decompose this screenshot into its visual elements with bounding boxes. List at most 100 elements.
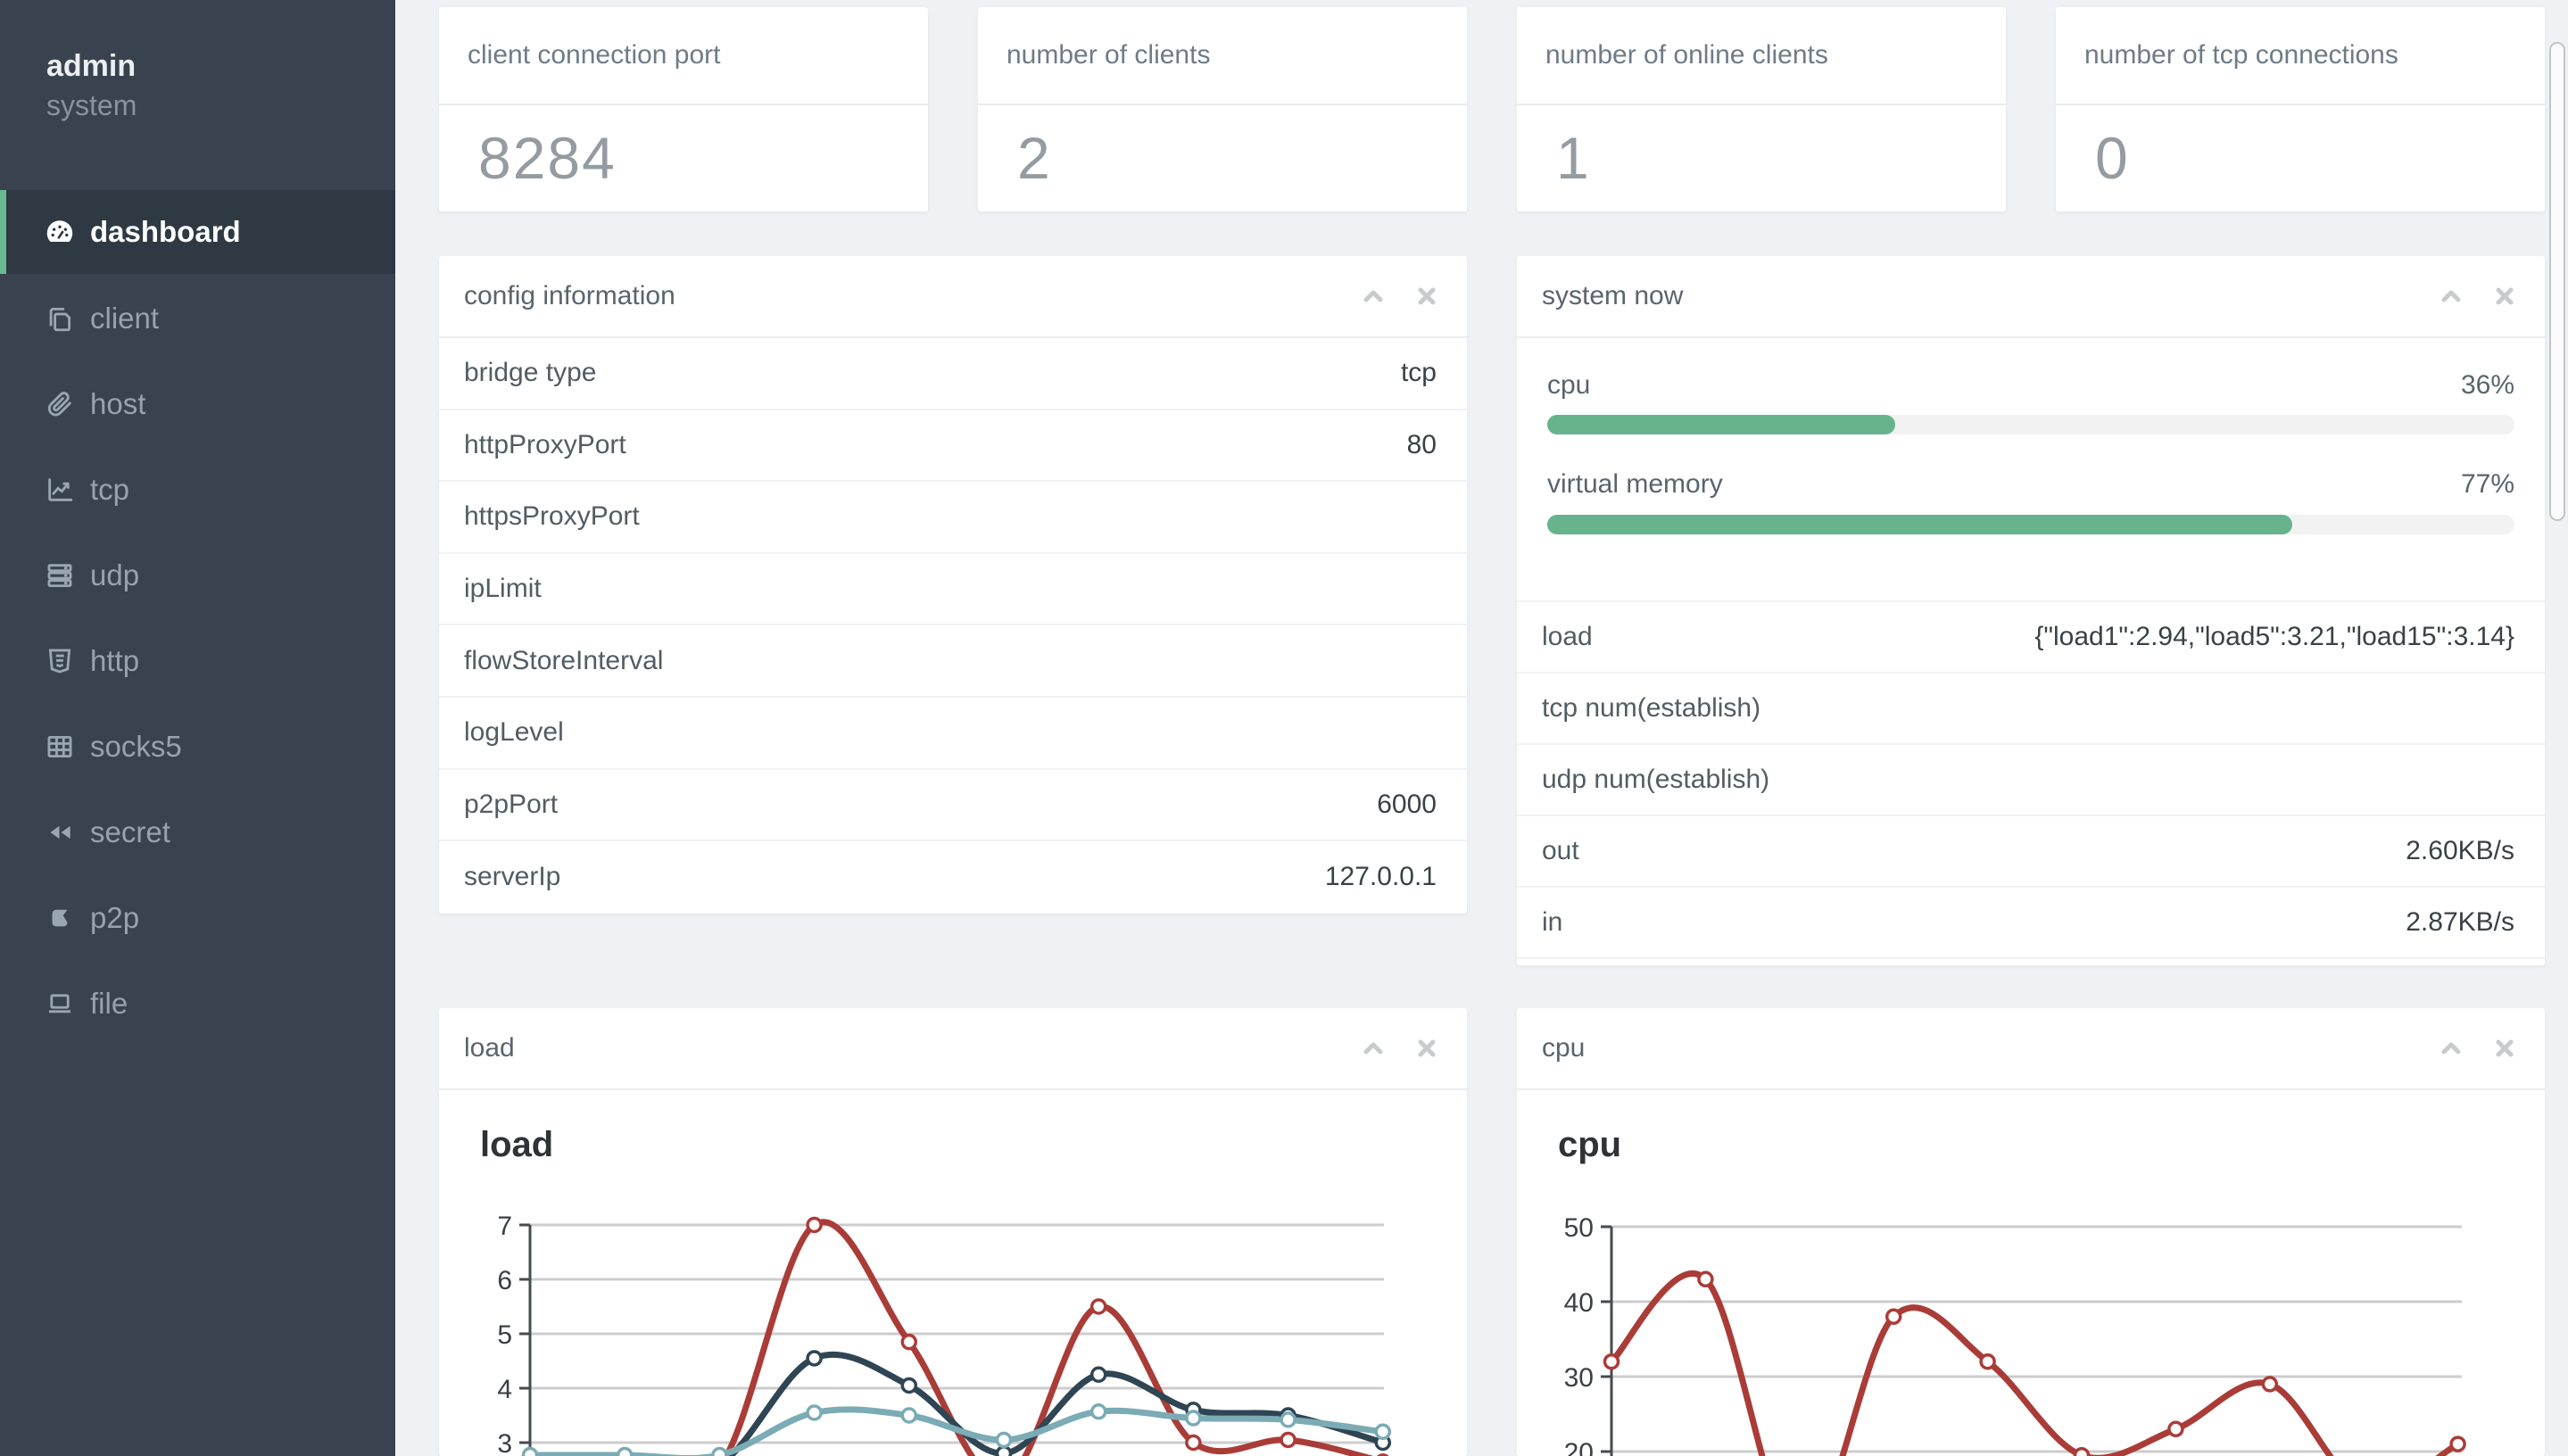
sidebar-item-label: tcp xyxy=(90,473,130,506)
sidebar-item-label: http xyxy=(90,644,140,677)
cpu-chart-canvas[interactable]: 50 40 30 20 xyxy=(1517,1090,2545,1456)
panel-header: config information xyxy=(439,256,1467,338)
row-value: 2.60KB/s xyxy=(2406,836,2514,865)
scrollbar-thumb[interactable] xyxy=(2549,42,2565,521)
rewind-icon xyxy=(45,817,75,848)
table-row: httpsProxyPort xyxy=(439,482,1467,554)
sidebar-item-tcp[interactable]: tcp xyxy=(0,448,395,532)
gauge-percent: 36% xyxy=(2460,370,2514,400)
load-chart-canvas[interactable]: 7 6 5 4 3 xyxy=(439,1090,1467,1456)
sidebar-item-client[interactable]: client xyxy=(0,277,395,360)
sidebar-item-file[interactable]: file xyxy=(0,962,395,1046)
laptop-icon xyxy=(45,989,75,1019)
table-row: httpProxyPort 80 xyxy=(439,410,1467,483)
table-row: flowStoreInterval xyxy=(439,625,1467,698)
row-label: ipLimit xyxy=(464,574,542,604)
row-value: 6000 xyxy=(1377,789,1437,819)
sidebar-item-label: p2p xyxy=(90,901,140,934)
close-icon[interactable] xyxy=(1413,283,1440,310)
sidebar-item-secret[interactable]: secret xyxy=(0,790,395,874)
svg-text:50: 50 xyxy=(1564,1213,1594,1243)
row-value: 2.87KB/s xyxy=(2406,907,2514,937)
sidebar-item-host[interactable]: host xyxy=(0,362,395,446)
panel-title: cpu xyxy=(1542,1033,1586,1063)
close-icon[interactable] xyxy=(2491,1035,2518,1062)
stat-card-value: 0 xyxy=(2095,124,2130,191)
row-value: tcp xyxy=(1400,358,1437,388)
svg-text:3: 3 xyxy=(497,1429,512,1456)
system-now-panel: system now cpu 36% virtual memory 77% lo… xyxy=(1517,256,2545,965)
table-row: ipLimit xyxy=(439,554,1467,626)
row-value: 127.0.0.1 xyxy=(1324,862,1437,892)
stat-card-label: number of clients xyxy=(978,7,1467,105)
sidebar-item-dashboard[interactable]: dashboard xyxy=(0,190,395,274)
panel-actions xyxy=(1360,283,1440,310)
system-rows: load {"load1":2.94,"load5":3.21,"load15":… xyxy=(1517,602,2545,959)
stat-card-value: 2 xyxy=(1017,124,1052,191)
html5-shield-icon xyxy=(45,646,75,676)
svg-text:20: 20 xyxy=(1564,1438,1594,1456)
row-label: logLevel xyxy=(464,717,564,748)
row-label: serverIp xyxy=(464,862,561,892)
panel-actions xyxy=(2438,283,2518,310)
table-row: in 2.87KB/s xyxy=(1517,888,2545,959)
row-label: httpProxyPort xyxy=(464,429,626,459)
row-label: bridge type xyxy=(464,358,597,388)
panel-actions xyxy=(1360,1035,1440,1062)
svg-text:7: 7 xyxy=(497,1212,512,1241)
panel-header: system now xyxy=(1517,256,2545,338)
sidebar-item-label: udp xyxy=(90,558,140,592)
row-value: 80 xyxy=(1406,429,1437,459)
table-row: load {"load1":2.94,"load5":3.21,"load15":… xyxy=(1517,602,2545,674)
stat-card-online-clients: number of online clients 1 xyxy=(1517,7,2006,211)
sidebar-item-socks5[interactable]: socks5 xyxy=(0,705,395,789)
svg-text:40: 40 xyxy=(1564,1288,1594,1318)
sidebar-item-p2p[interactable]: p2p xyxy=(0,876,395,960)
user-name: admin xyxy=(46,49,137,83)
panel-header: cpu xyxy=(1517,1008,2545,1090)
dashboard-gauge-icon xyxy=(45,217,75,247)
svg-text:6: 6 xyxy=(497,1266,512,1295)
cpu-chart-panel: cpu cpu 50 40 30 20 xyxy=(1517,1008,2545,1456)
svg-text:30: 30 xyxy=(1564,1363,1594,1393)
sidebar-item-http[interactable]: http xyxy=(0,619,395,703)
stat-card-label: number of online clients xyxy=(1517,7,2006,105)
paperclip-icon xyxy=(45,389,75,419)
panel-header: load xyxy=(439,1008,1467,1090)
server-stack-icon xyxy=(45,560,75,591)
sidebar-item-label: client xyxy=(90,302,160,335)
table-row: serverIp 127.0.0.1 xyxy=(439,841,1467,914)
line-chart-icon xyxy=(45,475,75,505)
svg-text:5: 5 xyxy=(497,1320,512,1350)
sidebar-item-label: file xyxy=(90,987,128,1020)
row-label: httpsProxyPort xyxy=(464,501,640,532)
row-label: in xyxy=(1542,907,1563,937)
copy-icon xyxy=(45,303,75,334)
panel-title: system now xyxy=(1542,281,1684,310)
collapse-chevron-up-icon[interactable] xyxy=(1360,1035,1387,1062)
vertical-scrollbar xyxy=(2547,0,2568,1456)
sidebar-item-label: host xyxy=(90,387,146,420)
stat-card-client-port: client connection port 8284 xyxy=(439,7,928,211)
collapse-chevron-up-icon[interactable] xyxy=(2438,1035,2464,1062)
table-row: bridge type tcp xyxy=(439,338,1467,410)
row-label: tcp num(establish) xyxy=(1542,693,1761,723)
close-icon[interactable] xyxy=(1413,1035,1440,1062)
stat-card-clients: number of clients 2 xyxy=(978,7,1467,211)
virtual-memory-progress-fill xyxy=(1547,515,2292,534)
sidebar-item-label: socks5 xyxy=(90,730,182,763)
sidebar-item-udp[interactable]: udp xyxy=(0,534,395,617)
collapse-chevron-up-icon[interactable] xyxy=(1360,283,1387,310)
panel-actions xyxy=(2438,1035,2518,1062)
row-label: udp num(establish) xyxy=(1542,765,1770,794)
close-icon[interactable] xyxy=(2491,283,2518,310)
table-grid-icon xyxy=(45,732,75,762)
stat-card-label: number of tcp connections xyxy=(2056,7,2545,105)
user-role: system xyxy=(46,89,137,121)
sidebar-item-label: dashboard xyxy=(90,215,241,248)
system-gauges: cpu 36% virtual memory 77% xyxy=(1517,338,2545,602)
row-label: p2pPort xyxy=(464,789,559,819)
collapse-chevron-up-icon[interactable] xyxy=(2438,283,2464,310)
config-rows: bridge type tcp httpProxyPort 80 httpsProx… xyxy=(439,338,1467,914)
flag-icon xyxy=(45,903,75,933)
